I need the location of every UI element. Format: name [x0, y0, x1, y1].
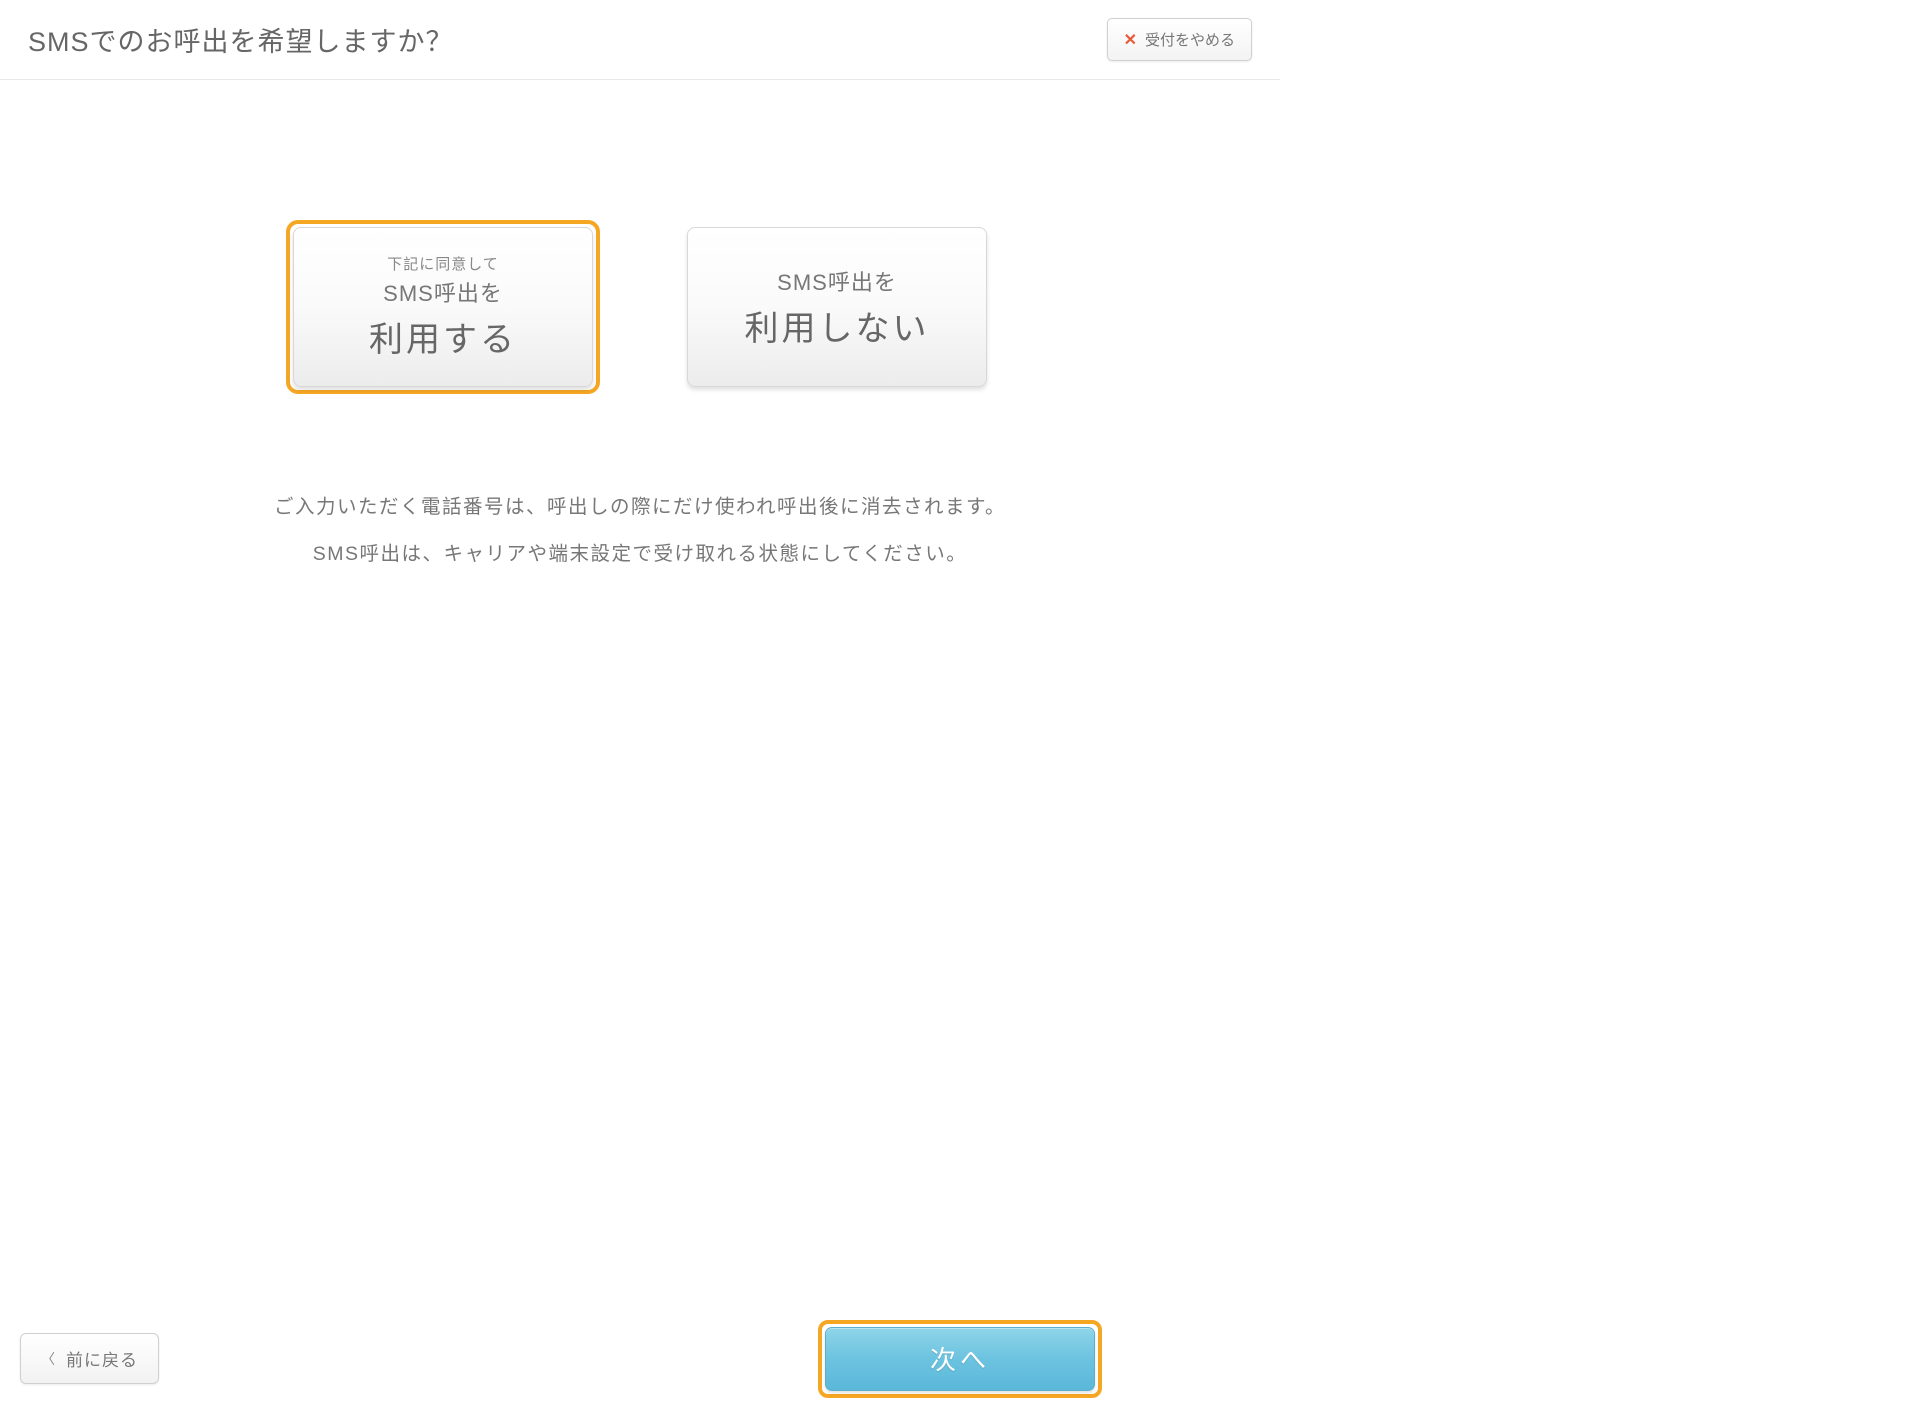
cancel-reception-button[interactable]: ✕ 受付をやめる: [1107, 18, 1252, 61]
option-use-large-text: 利用する: [369, 312, 517, 361]
cancel-button-label: 受付をやめる: [1145, 29, 1235, 50]
close-icon: ✕: [1124, 30, 1137, 50]
option-use-medium-text: SMS呼出を: [383, 276, 503, 308]
back-button[interactable]: 〈 前に戻る: [20, 1333, 159, 1384]
option-use-agree-text: 下記に同意して: [387, 253, 499, 274]
options-row: 下記に同意して SMS呼出を 利用する SMS呼出を 利用しない: [286, 220, 994, 394]
option-not-use-sms[interactable]: SMS呼出を 利用しない: [687, 227, 987, 387]
option-use-sms-wrapper: 下記に同意して SMS呼出を 利用する: [286, 220, 600, 394]
option-not-use-medium-text: SMS呼出を: [777, 265, 897, 297]
option-not-use-large-text: 利用しない: [745, 301, 930, 350]
main-content: 下記に同意して SMS呼出を 利用する SMS呼出を 利用しない ご入力いただく…: [0, 80, 1280, 633]
option-not-use-sms-wrapper: SMS呼出を 利用しない: [680, 220, 994, 394]
footer-row: 〈 前に戻る 次へ: [0, 1333, 1920, 1384]
next-button[interactable]: 次へ: [825, 1327, 1095, 1391]
info-line-2: SMS呼出は、キャリアや端末設定で受け取れる状態にしてください。: [274, 531, 1006, 578]
info-line-1: ご入力いただく電話番号は、呼出しの際にだけ使われ呼出後に消去されます。: [274, 484, 1006, 531]
option-use-sms[interactable]: 下記に同意して SMS呼出を 利用する: [293, 227, 593, 387]
header: SMSでのお呼出を希望しますか？ ✕ 受付をやめる: [0, 0, 1280, 80]
page-title: SMSでのお呼出を希望しますか？: [28, 20, 454, 59]
chevron-left-icon: 〈: [41, 1349, 56, 1369]
next-button-wrapper: 次へ: [818, 1320, 1102, 1398]
info-text: ご入力いただく電話番号は、呼出しの際にだけ使われ呼出後に消去されます。 SMS呼…: [274, 484, 1006, 578]
back-button-label: 前に戻る: [66, 1346, 138, 1371]
